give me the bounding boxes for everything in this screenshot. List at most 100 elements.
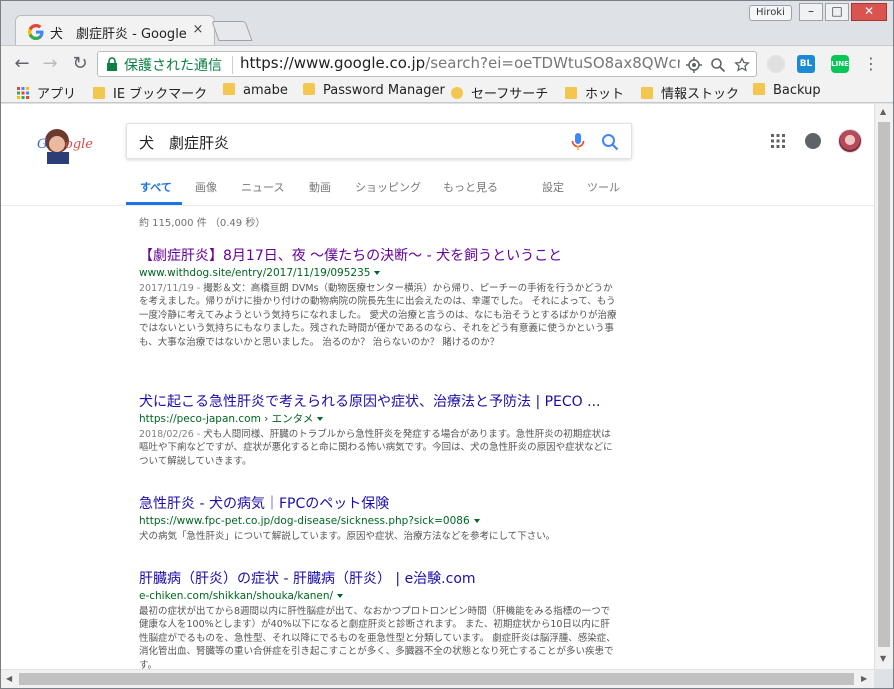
result-snippet: 2018/02/26 - 犬も人間同様、肝臓のトラブルから急性肝炎を発症する場合… — [139, 428, 619, 468]
result-snippet-text: 犬の病気「急性肝炎」について解説しています。原因や症状、治療方法などを参考にして… — [139, 531, 556, 542]
result-title-link[interactable]: 犬に起こる急性肝炎で考えられる原因や症状、治療法と予防法 | PECO ... — [139, 392, 619, 412]
caret-down-icon[interactable] — [473, 519, 480, 523]
result-url[interactable]: https://www.fpc-pet.co.jp/dog-disease/si… — [139, 514, 619, 528]
result-url-text: e-chiken.com/shikkan/shouka/kanen/ — [139, 590, 334, 602]
folder-icon — [223, 83, 235, 95]
result-url[interactable]: e-chiken.com/shikkan/shouka/kanen/ — [139, 589, 619, 603]
result-url-text: https://www.fpc-pet.co.jp/dog-disease/si… — [139, 515, 470, 527]
tab-shopping[interactable]: ショッピング — [355, 179, 421, 195]
new-tab-button[interactable] — [211, 21, 253, 41]
folder-icon — [641, 87, 653, 99]
result-snippet: 2017/11/19 - 撮影＆文：高橋亘朗 DVMs（動物医療センター横浜）か… — [139, 282, 619, 349]
check-icon — [451, 87, 463, 99]
bookmark-star-icon[interactable] — [734, 57, 750, 73]
lock-icon — [107, 57, 117, 71]
tab-all[interactable]: すべて — [140, 179, 172, 195]
bookmark-stock[interactable]: 情報ストック — [641, 83, 740, 102]
bookmarks-bar: アプリ IE ブックマーク amabe Password Manager セーフ… — [1, 81, 893, 103]
scroll-up-icon[interactable]: ▲ — [880, 107, 886, 116]
minimize-button[interactable]: – — [799, 3, 823, 21]
result-title-link[interactable]: 急性肝炎 - 犬の病気｜FPCのペット保険 — [139, 494, 619, 514]
tab-images[interactable]: 画像 — [195, 179, 217, 195]
secure-label: 保護された通信 — [124, 58, 222, 74]
forward-icon[interactable]: → — [39, 53, 61, 75]
title-bar: 犬 劇症肝炎 - Google × Hiroki – □ ✕ — [1, 1, 893, 46]
search-result: 急性肝炎 - 犬の病気｜FPCのペット保険 https://www.fpc-pe… — [139, 494, 619, 543]
bookmark-label: ホット — [585, 87, 625, 102]
bookmark-safesearch[interactable]: セーフサーチ — [451, 83, 548, 102]
profile-chip[interactable]: Hiroki — [749, 5, 792, 21]
folder-icon — [93, 87, 105, 99]
result-title-link[interactable]: 肝臓病（肝炎）の症状 - 肝臓病（肝炎） | e治験.com — [139, 569, 619, 589]
back-icon[interactable]: ← — [11, 53, 33, 75]
tab-settings[interactable]: 設定 — [542, 179, 564, 195]
google-apps-icon[interactable] — [771, 134, 785, 148]
omnibox-divider — [232, 56, 233, 74]
search-result: 【劇症肝炎】8月17日、夜 ～僕たちの決断～ - 犬を飼うということ www.w… — [139, 246, 619, 349]
reload-icon[interactable]: ↻ — [69, 53, 91, 75]
scroll-down-icon[interactable]: ▼ — [880, 654, 886, 663]
vertical-scrollbar[interactable]: ▲ ▼ — [874, 104, 893, 669]
bookmark-ie[interactable]: IE ブックマーク — [93, 83, 207, 102]
caret-down-icon[interactable] — [317, 417, 324, 421]
search-result: 犬に起こる急性肝炎で考えられる原因や症状、治療法と予防法 | PECO ... … — [139, 392, 619, 468]
tab-title: 犬 劇症肝炎 - Google — [50, 27, 187, 42]
caret-down-icon[interactable] — [374, 271, 381, 275]
browser-toolbar: ← → ↻ 保護された通信 https://www.google.co.jp/s… — [1, 45, 893, 81]
result-date: 2018/02/26 - — [139, 429, 204, 440]
url-path: /search?ei=oeTDWtuSO8ax8QWcm… — [425, 54, 680, 72]
google-favicon-icon — [28, 24, 44, 40]
bookmark-apps[interactable]: アプリ — [17, 83, 77, 102]
google-doodle-logo[interactable]: ogle G — [35, 124, 97, 164]
tab-videos[interactable]: 動画 — [309, 179, 331, 195]
extension-bl-icon[interactable]: BL — [797, 55, 815, 73]
tab-news[interactable]: ニュース — [241, 179, 284, 195]
result-title-link[interactable]: 【劇症肝炎】8月17日、夜 ～僕たちの決断～ - 犬を飼うということ — [139, 246, 619, 266]
tab-tools[interactable]: ツール — [587, 179, 620, 195]
menu-dots-icon[interactable]: ⋮ — [863, 55, 879, 73]
bookmark-amabe[interactable]: amabe — [223, 83, 288, 101]
search-box[interactable]: 犬 劇症肝炎 — [126, 123, 632, 159]
result-stats: 約 115,000 件 （0.49 秒） — [139, 218, 266, 229]
bookmark-label: 情報ストック — [661, 87, 740, 102]
scroll-right-icon[interactable]: ▶ — [861, 674, 867, 683]
search-input[interactable]: 犬 劇症肝炎 — [139, 132, 229, 153]
tab-more[interactable]: もっと見る — [443, 179, 498, 195]
search-icon[interactable] — [601, 133, 619, 151]
zoom-icon[interactable] — [710, 57, 726, 73]
bookmark-label: Backup — [773, 83, 821, 98]
result-snippet-text: 撮影＆文：高橋亘朗 DVMs（動物医療センター横浜）から帰り、ピーチーの手術を行… — [139, 283, 617, 348]
search-result: 肝臓病（肝炎）の症状 - 肝臓病（肝炎） | e治験.com e-chiken.… — [139, 569, 619, 669]
extension-line-icon[interactable]: LINE — [831, 55, 849, 73]
extension-search-icon[interactable] — [767, 55, 785, 73]
address-bar[interactable]: 保護された通信 https://www.google.co.jp/search?… — [97, 51, 757, 77]
maximize-button[interactable]: □ — [825, 3, 849, 21]
scroll-left-icon[interactable]: ◀ — [6, 674, 12, 683]
bookmark-label: amabe — [243, 83, 288, 98]
horizontal-scrollbar[interactable]: ◀ ▶ — [1, 669, 874, 688]
bookmark-hot[interactable]: ホット — [565, 83, 625, 102]
notifications-icon[interactable] — [805, 133, 821, 149]
result-url-text: https://peco-japan.com › エンタメ — [139, 413, 314, 425]
search-results-page: ogle G 犬 劇症肝炎 すべて 画像 ニュース 動画 ショッピング もっと見… — [1, 104, 874, 669]
url-text[interactable]: https://www.google.co.jp/search?ei=oeTDW… — [240, 54, 680, 72]
result-date: 2017/11/19 - — [139, 283, 204, 294]
location-target-icon[interactable] — [686, 57, 702, 73]
bookmark-label: Password Manager — [323, 83, 445, 98]
bookmark-password[interactable]: Password Manager — [303, 83, 445, 101]
bookmark-label: アプリ — [37, 87, 77, 102]
vertical-scroll-thumb[interactable] — [878, 122, 890, 647]
result-url[interactable]: www.withdog.site/entry/2017/11/19/095235 — [139, 266, 619, 280]
folder-icon — [565, 87, 577, 99]
bookmark-backup[interactable]: Backup — [753, 83, 821, 101]
microphone-icon[interactable] — [571, 133, 585, 151]
close-window-button[interactable]: ✕ — [851, 3, 887, 21]
result-url[interactable]: https://peco-japan.com › エンタメ — [139, 412, 619, 426]
tab-active[interactable]: 犬 劇症肝炎 - Google × — [15, 15, 215, 46]
tab-close-icon[interactable]: × — [190, 22, 206, 38]
caret-down-icon[interactable] — [337, 594, 344, 598]
result-url-text: www.withdog.site/entry/2017/11/19/095235 — [139, 267, 371, 279]
password-lock-icon — [303, 83, 315, 95]
horizontal-scroll-thumb[interactable] — [19, 673, 854, 685]
account-avatar[interactable] — [838, 129, 862, 153]
